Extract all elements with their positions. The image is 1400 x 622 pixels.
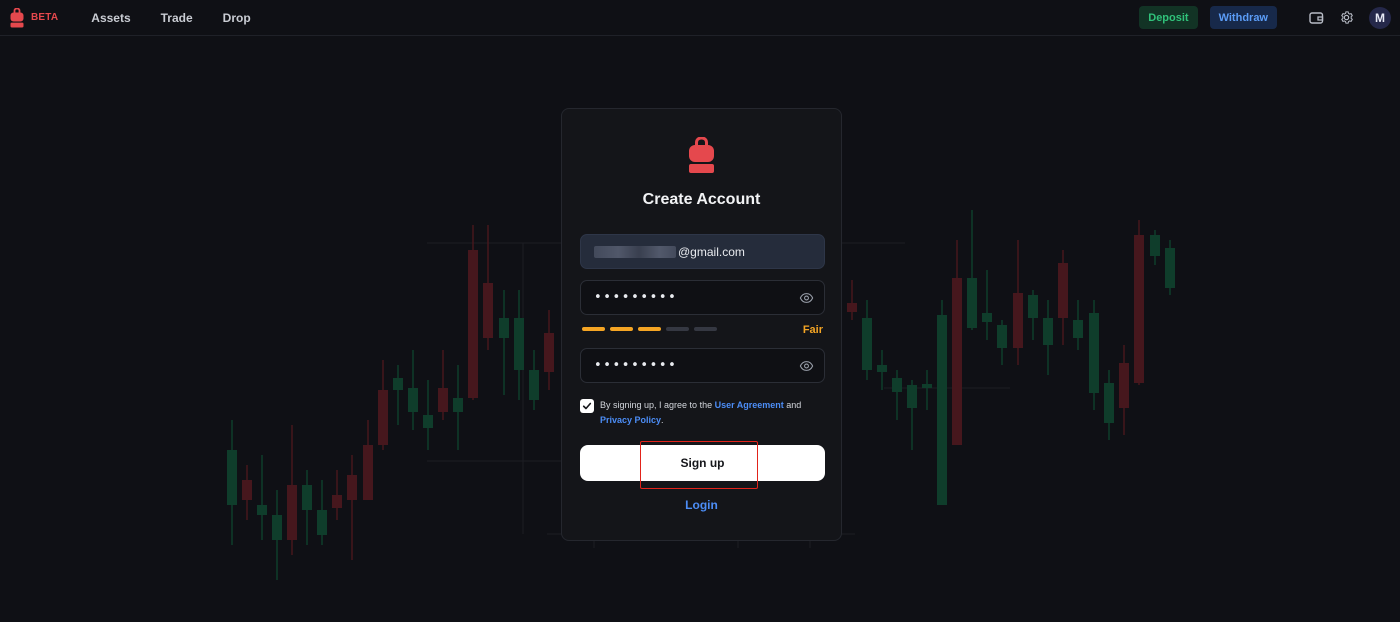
candle-body (529, 370, 539, 400)
candle-body (937, 315, 947, 505)
candle-body (544, 333, 554, 372)
candle-body (982, 313, 992, 322)
nav-actions: Deposit Withdraw M (1139, 6, 1391, 29)
settings-button[interactable] (1337, 9, 1355, 27)
eye-icon[interactable] (799, 291, 814, 305)
email-redacted-local-part (594, 245, 676, 258)
candle-body (347, 475, 357, 500)
candle-body (423, 415, 433, 428)
candle-body (952, 278, 962, 445)
candle-body (1150, 235, 1160, 256)
strength-label: Fair (802, 324, 823, 336)
nav-link-trade[interactable]: Trade (161, 11, 193, 25)
beta-label: BETA (31, 12, 59, 23)
wallet-button[interactable] (1307, 9, 1325, 27)
candle-body (1073, 320, 1083, 338)
user-agreement-link[interactable]: User Agreement (715, 400, 784, 410)
terms-checkbox[interactable] (580, 399, 594, 413)
candle-body (393, 378, 403, 390)
candle-body (1028, 295, 1038, 318)
password-field[interactable]: ••••••••• (580, 280, 825, 315)
candle-body (332, 495, 342, 508)
nav-links: Assets Trade Drop (91, 11, 280, 25)
terms-prefix: By signing up, I agree to the (600, 400, 715, 410)
confirm-password-field[interactable]: ••••••••• (580, 348, 825, 383)
candle-body (514, 318, 524, 370)
avatar[interactable]: M (1369, 6, 1391, 29)
create-account-card: Create Account @gmail.com ••••••••• Fair… (561, 108, 842, 541)
nav-link-drop[interactable]: Drop (223, 11, 251, 25)
deposit-button[interactable]: Deposit (1139, 6, 1198, 29)
candle-body (1104, 383, 1114, 423)
candle-body (922, 384, 932, 388)
privacy-policy-link[interactable]: Privacy Policy (600, 415, 661, 425)
backpack-logo-icon (689, 137, 714, 173)
backpack-logo-icon (10, 7, 24, 27)
candle-body (468, 250, 478, 398)
confirm-password-mask: ••••••••• (594, 358, 678, 373)
strength-segment (694, 327, 717, 331)
candle-body (997, 325, 1007, 348)
terms-suffix: . (661, 415, 664, 425)
candle-body (257, 505, 267, 515)
password-mask: ••••••••• (594, 290, 678, 305)
terms-text: By signing up, I agree to the User Agree… (600, 398, 825, 428)
candle-body (1058, 263, 1068, 318)
terms-agreement: By signing up, I agree to the User Agree… (580, 398, 825, 428)
withdraw-button[interactable]: Withdraw (1209, 6, 1277, 29)
candle-body (1043, 318, 1053, 345)
candle-body (862, 318, 872, 370)
candle-body (302, 485, 312, 510)
brand-logo[interactable]: BETA (10, 7, 59, 28)
candle-body (1089, 313, 1099, 393)
login-link[interactable]: Login (562, 498, 841, 512)
candle-body (317, 510, 327, 535)
candle-body (227, 450, 237, 505)
candle-body (1013, 293, 1023, 348)
candle-body (438, 388, 448, 412)
email-field[interactable]: @gmail.com (580, 234, 825, 269)
candle-body (847, 303, 857, 312)
candle-body (483, 283, 493, 338)
strength-segment (610, 327, 633, 331)
email-domain: @gmail.com (678, 244, 745, 259)
candle-body (907, 385, 917, 408)
strength-segment (582, 327, 605, 331)
candle-body (453, 398, 463, 412)
page-title: Create Account (642, 191, 761, 208)
strength-segment (666, 327, 689, 331)
candle-body (1119, 363, 1129, 408)
candle-body (877, 365, 887, 372)
candle-body (967, 278, 977, 328)
top-nav: BETA Assets Trade Drop Deposit Withdraw … (0, 0, 1400, 36)
terms-and: and (783, 400, 802, 410)
sign-up-button[interactable]: Sign up (580, 445, 825, 481)
gear-icon (1340, 11, 1353, 24)
candle-body (1165, 248, 1175, 288)
wallet-icon (1308, 11, 1323, 24)
candle-body (378, 390, 388, 445)
candle-body (892, 378, 902, 392)
candle-body (363, 445, 373, 500)
candle-body (1134, 235, 1144, 383)
strength-segment (638, 327, 661, 331)
nav-link-assets[interactable]: Assets (91, 11, 130, 25)
check-icon (582, 402, 592, 410)
candle-body (272, 515, 282, 540)
candle-body (242, 480, 252, 500)
candle-body (499, 318, 509, 338)
eye-icon[interactable] (799, 359, 814, 373)
password-strength-meter: Fair (582, 324, 823, 336)
candle-body (408, 388, 418, 412)
candle-body (287, 485, 297, 540)
